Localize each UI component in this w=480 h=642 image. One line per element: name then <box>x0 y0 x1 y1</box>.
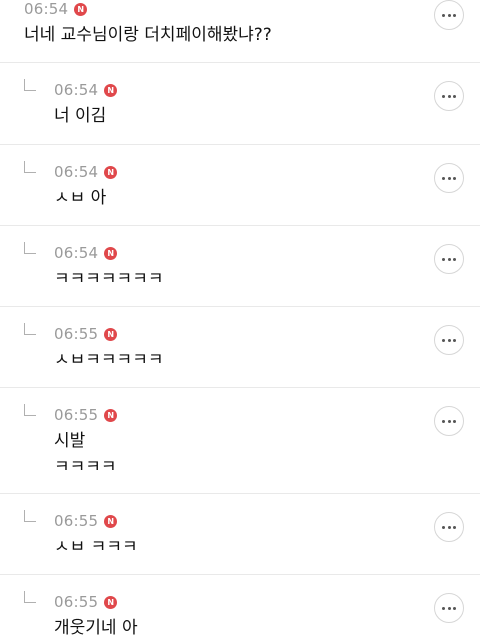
reply-item: 06:55 N ㅅㅂㅋㅋㅋㅋㅋ <box>0 306 480 387</box>
reply-item: 06:55 N ㅅㅂ ㅋㅋㅋ <box>0 493 480 574</box>
reply-arrow-icon <box>24 510 36 522</box>
comment-meta: 06:55 N <box>54 512 118 530</box>
reply-arrow-icon <box>24 323 36 335</box>
more-options-icon <box>441 419 445 423</box>
new-badge-icon: N <box>104 514 118 528</box>
new-badge-icon: N <box>104 595 118 609</box>
new-badge-icon: N <box>104 83 118 97</box>
new-badge-icon: N <box>104 165 118 179</box>
more-options-button[interactable] <box>434 163 464 193</box>
more-options-button[interactable] <box>434 406 464 436</box>
comment-time: 06:55 <box>54 512 99 530</box>
more-options-button[interactable] <box>434 325 464 355</box>
comment-text: 시발 <box>54 431 86 451</box>
comment-time: 06:54 <box>54 81 99 99</box>
new-badge-icon: N <box>104 246 118 260</box>
reply-arrow-icon <box>24 161 36 173</box>
more-options-button[interactable] <box>434 244 464 274</box>
more-options-icon <box>441 176 445 180</box>
comment-text: ㅅㅂ ㅋㅋㅋ <box>54 537 138 557</box>
comment-text: 너 이김 <box>54 106 107 126</box>
comment-time: 06:55 <box>54 325 99 343</box>
comment-time: 06:54 <box>54 163 99 181</box>
comment-body: ㅅㅂ 아 <box>54 185 106 211</box>
reply-item: 06:54 N ㅅㅂ 아 <box>0 144 480 225</box>
comment-body: ㅋㅋㅋㅋㅋㅋㅋ <box>54 266 163 292</box>
more-options-button[interactable] <box>434 512 464 542</box>
new-badge-icon: N <box>104 408 118 422</box>
reply-item: 06:54 N 너 이김 <box>0 62 480 144</box>
reply-arrow-icon <box>24 404 36 416</box>
comment-time: 06:55 <box>54 406 99 424</box>
reply-item: 06:54 N ㅋㅋㅋㅋㅋㅋㅋ <box>0 225 480 306</box>
reply-arrow-icon <box>24 591 36 603</box>
more-options-button[interactable] <box>434 593 464 623</box>
comment-text: ㅋㅋㅋㅋㅋㅋㅋ <box>54 269 164 289</box>
more-options-icon <box>441 606 445 610</box>
comment-meta: 06:55 N <box>54 325 118 343</box>
comment-time: 06:54 <box>54 244 99 262</box>
comment-meta: 06:54 N <box>54 81 118 99</box>
more-options-icon <box>441 257 445 261</box>
comment-item: 06:54 N 너네 교수님이랑 더치페이해봤냐?? <box>0 0 480 64</box>
comment-time: 06:54 <box>24 0 69 18</box>
reply-item: 06:55 N 시발 ㅋㅋㅋㅋ <box>0 387 480 493</box>
comment-meta: 06:54 N <box>54 163 118 181</box>
comment-text: ㅅㅂㅋㅋㅋㅋㅋ <box>54 350 164 370</box>
comment-meta: 06:55 N <box>54 406 118 424</box>
comment-body: 시발 ㅋㅋㅋㅋ <box>54 428 117 480</box>
comment-meta: 06:55 N <box>54 593 118 611</box>
new-badge-icon: N <box>74 2 88 16</box>
comment-text: ㅅㅂ 아 <box>54 188 107 208</box>
new-badge-icon: N <box>104 327 118 341</box>
comment-text: ㅋㅋㅋㅋ <box>54 457 117 477</box>
comment-meta: 06:54 N <box>54 244 118 262</box>
comment-body: 너네 교수님이랑 더치페이해봤냐?? <box>24 22 272 48</box>
reply-item: 06:55 N 개웃기네 아 <box>0 574 480 642</box>
comment-body: 너 이김 <box>54 103 106 129</box>
comment-time: 06:55 <box>54 593 99 611</box>
more-options-icon <box>441 94 445 98</box>
more-options-icon <box>441 13 445 17</box>
comment-text: 너네 교수님이랑 더치페이해봤냐?? <box>24 25 272 45</box>
more-options-icon <box>441 338 445 342</box>
more-options-button[interactable] <box>434 0 464 30</box>
more-options-icon <box>441 525 445 529</box>
comment-text: 개웃기네 아 <box>54 618 138 638</box>
reply-arrow-icon <box>24 242 36 254</box>
comment-body: 개웃기네 아 <box>54 615 138 641</box>
comment-body: ㅅㅂㅋㅋㅋㅋㅋ <box>54 347 163 373</box>
comment-meta: 06:54 N <box>24 0 88 18</box>
comment-body: ㅅㅂ ㅋㅋㅋ <box>54 534 138 560</box>
reply-arrow-icon <box>24 79 36 91</box>
more-options-button[interactable] <box>434 81 464 111</box>
